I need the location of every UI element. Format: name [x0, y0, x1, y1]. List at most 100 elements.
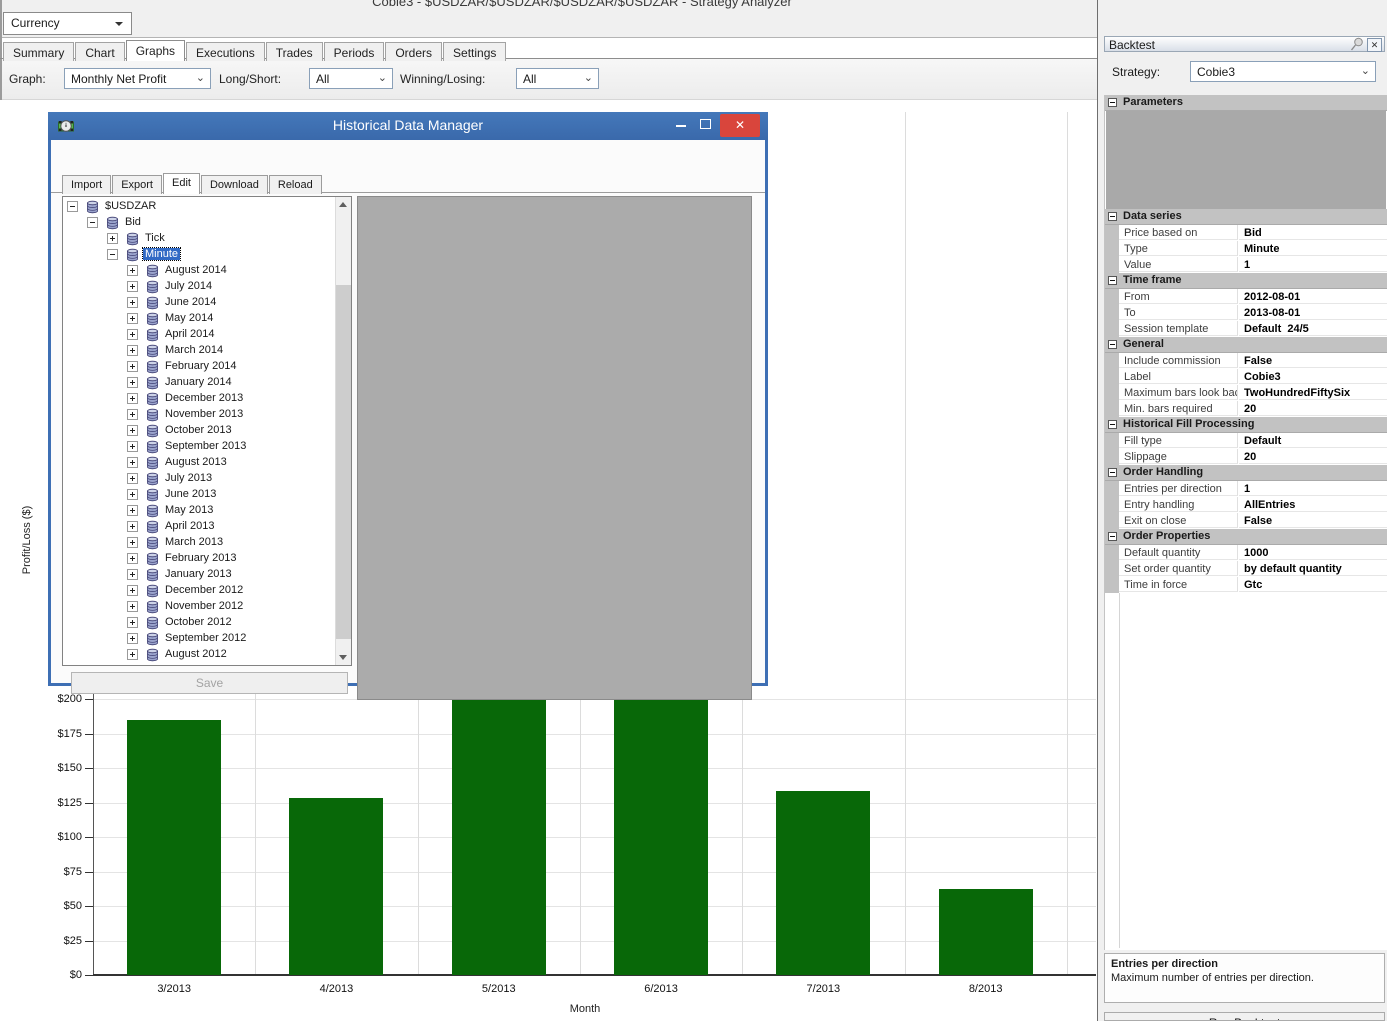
collapse-minus-icon[interactable]: [87, 217, 98, 228]
property-value[interactable]: Gtc: [1239, 577, 1387, 592]
property-value[interactable]: Default: [1239, 433, 1387, 448]
dialog-titlebar[interactable]: Historical Data Manager ✕: [48, 112, 768, 140]
expand-plus-icon[interactable]: [127, 537, 138, 548]
tab-orders[interactable]: Orders: [385, 42, 443, 61]
collapse-minus-icon[interactable]: [67, 201, 78, 212]
collapse-minus-icon[interactable]: [1108, 212, 1117, 221]
collapse-minus-icon[interactable]: [1108, 98, 1117, 107]
tree-item[interactable]: August 2014: [63, 263, 349, 279]
expand-plus-icon[interactable]: [127, 425, 138, 436]
tree-item[interactable]: December 2012: [63, 583, 349, 599]
tree-item[interactable]: October 2012: [63, 615, 349, 631]
tree-item[interactable]: June 2014: [63, 295, 349, 311]
expand-plus-icon[interactable]: [127, 265, 138, 276]
section-header[interactable]: Order Handling: [1105, 465, 1387, 481]
section-header[interactable]: Parameters: [1105, 95, 1387, 111]
tab-chart[interactable]: Chart: [75, 42, 125, 61]
currency-dropdown[interactable]: Currency: [3, 12, 132, 35]
tree-scrollbar[interactable]: [335, 197, 351, 665]
property-value[interactable]: 1: [1239, 257, 1387, 272]
tab-settings[interactable]: Settings: [443, 42, 507, 61]
tab-periods[interactable]: Periods: [323, 42, 385, 61]
expand-plus-icon[interactable]: [127, 313, 138, 324]
expand-plus-icon[interactable]: [127, 569, 138, 580]
tree-item[interactable]: February 2013: [63, 551, 349, 567]
maximize-icon[interactable]: [700, 119, 711, 129]
expand-plus-icon[interactable]: [127, 409, 138, 420]
property-value[interactable]: 2013-08-01: [1239, 305, 1387, 320]
expand-plus-icon[interactable]: [127, 393, 138, 404]
dialog-tab-export[interactable]: Export: [112, 175, 162, 194]
scrollbar-thumb[interactable]: [336, 285, 351, 639]
section-header[interactable]: General: [1105, 337, 1387, 353]
tab-graphs[interactable]: Graphs: [125, 40, 186, 61]
tree-item[interactable]: September 2013: [63, 439, 349, 455]
property-value[interactable]: 2012-08-01: [1239, 289, 1387, 304]
expand-plus-icon[interactable]: [127, 585, 138, 596]
scroll-up-icon[interactable]: [336, 197, 351, 212]
long-short-dropdown[interactable]: All ⌄: [309, 68, 393, 89]
property-value[interactable]: by default quantity: [1239, 561, 1387, 576]
property-value[interactable]: Minute: [1239, 241, 1387, 256]
expand-plus-icon[interactable]: [127, 489, 138, 500]
tree-item[interactable]: Minute: [63, 247, 349, 263]
run-backtest-button[interactable]: Run Backtest: [1104, 1012, 1385, 1021]
expand-plus-icon[interactable]: [127, 505, 138, 516]
expand-plus-icon[interactable]: [127, 361, 138, 372]
tree-item[interactable]: March 2013: [63, 535, 349, 551]
expand-plus-icon[interactable]: [127, 649, 138, 660]
tree-item[interactable]: $USDZAR: [63, 199, 349, 215]
property-value[interactable]: False: [1239, 353, 1387, 368]
tree-item[interactable]: Bid: [63, 215, 349, 231]
tree-item[interactable]: December 2013: [63, 391, 349, 407]
expand-plus-icon[interactable]: [127, 473, 138, 484]
collapse-minus-icon[interactable]: [1108, 532, 1117, 541]
strategy-dropdown[interactable]: Cobie3 ⌄: [1190, 61, 1376, 82]
scroll-down-icon[interactable]: [336, 650, 351, 665]
tree-item[interactable]: August 2013: [63, 455, 349, 471]
tree-item[interactable]: March 2014: [63, 343, 349, 359]
collapse-minus-icon[interactable]: [1108, 340, 1117, 349]
winning-losing-dropdown[interactable]: All ⌄: [516, 68, 599, 89]
dialog-tab-edit[interactable]: Edit: [162, 173, 200, 194]
property-value[interactable]: Default 24/5: [1239, 321, 1387, 336]
tab-trades[interactable]: Trades: [265, 42, 323, 61]
property-value[interactable]: Bid: [1239, 225, 1387, 240]
expand-plus-icon[interactable]: [127, 281, 138, 292]
tree-item[interactable]: Tick: [63, 231, 349, 247]
tree-item[interactable]: October 2013: [63, 423, 349, 439]
save-button[interactable]: Save: [71, 672, 348, 694]
tree-item[interactable]: July 2014: [63, 279, 349, 295]
expand-plus-icon[interactable]: [127, 329, 138, 340]
tab-executions[interactable]: Executions: [186, 42, 265, 61]
expand-plus-icon[interactable]: [127, 521, 138, 532]
collapse-minus-icon[interactable]: [1108, 420, 1117, 429]
tree-item[interactable]: August 2012: [63, 647, 349, 663]
close-icon[interactable]: ✕: [1367, 38, 1382, 52]
property-value[interactable]: Cobie3: [1239, 369, 1387, 384]
tree-item[interactable]: April 2013: [63, 519, 349, 535]
property-value[interactable]: 20: [1239, 449, 1387, 464]
expand-plus-icon[interactable]: [127, 297, 138, 308]
collapse-minus-icon[interactable]: [1108, 468, 1117, 477]
tree-item[interactable]: February 2014: [63, 359, 349, 375]
dialog-tab-import[interactable]: Import: [62, 175, 112, 194]
tree-item[interactable]: November 2012: [63, 599, 349, 615]
close-button[interactable]: ✕: [720, 114, 760, 137]
tree-item[interactable]: June 2013: [63, 487, 349, 503]
tree-item[interactable]: July 2013: [63, 471, 349, 487]
section-header[interactable]: Order Properties: [1105, 529, 1387, 545]
property-value[interactable]: AllEntries: [1239, 497, 1387, 512]
expand-plus-icon[interactable]: [127, 441, 138, 452]
collapse-minus-icon[interactable]: [1108, 276, 1117, 285]
tree-item[interactable]: January 2014: [63, 375, 349, 391]
property-value[interactable]: 20: [1239, 401, 1387, 416]
expand-plus-icon[interactable]: [127, 377, 138, 388]
tree-item[interactable]: April 2014: [63, 327, 349, 343]
tree-item[interactable]: May 2014: [63, 311, 349, 327]
property-value[interactable]: 1000: [1239, 545, 1387, 560]
tree-item[interactable]: January 2013: [63, 567, 349, 583]
collapse-minus-icon[interactable]: [107, 249, 118, 260]
dialog-tab-download[interactable]: Download: [200, 175, 268, 194]
tree-item[interactable]: November 2013: [63, 407, 349, 423]
